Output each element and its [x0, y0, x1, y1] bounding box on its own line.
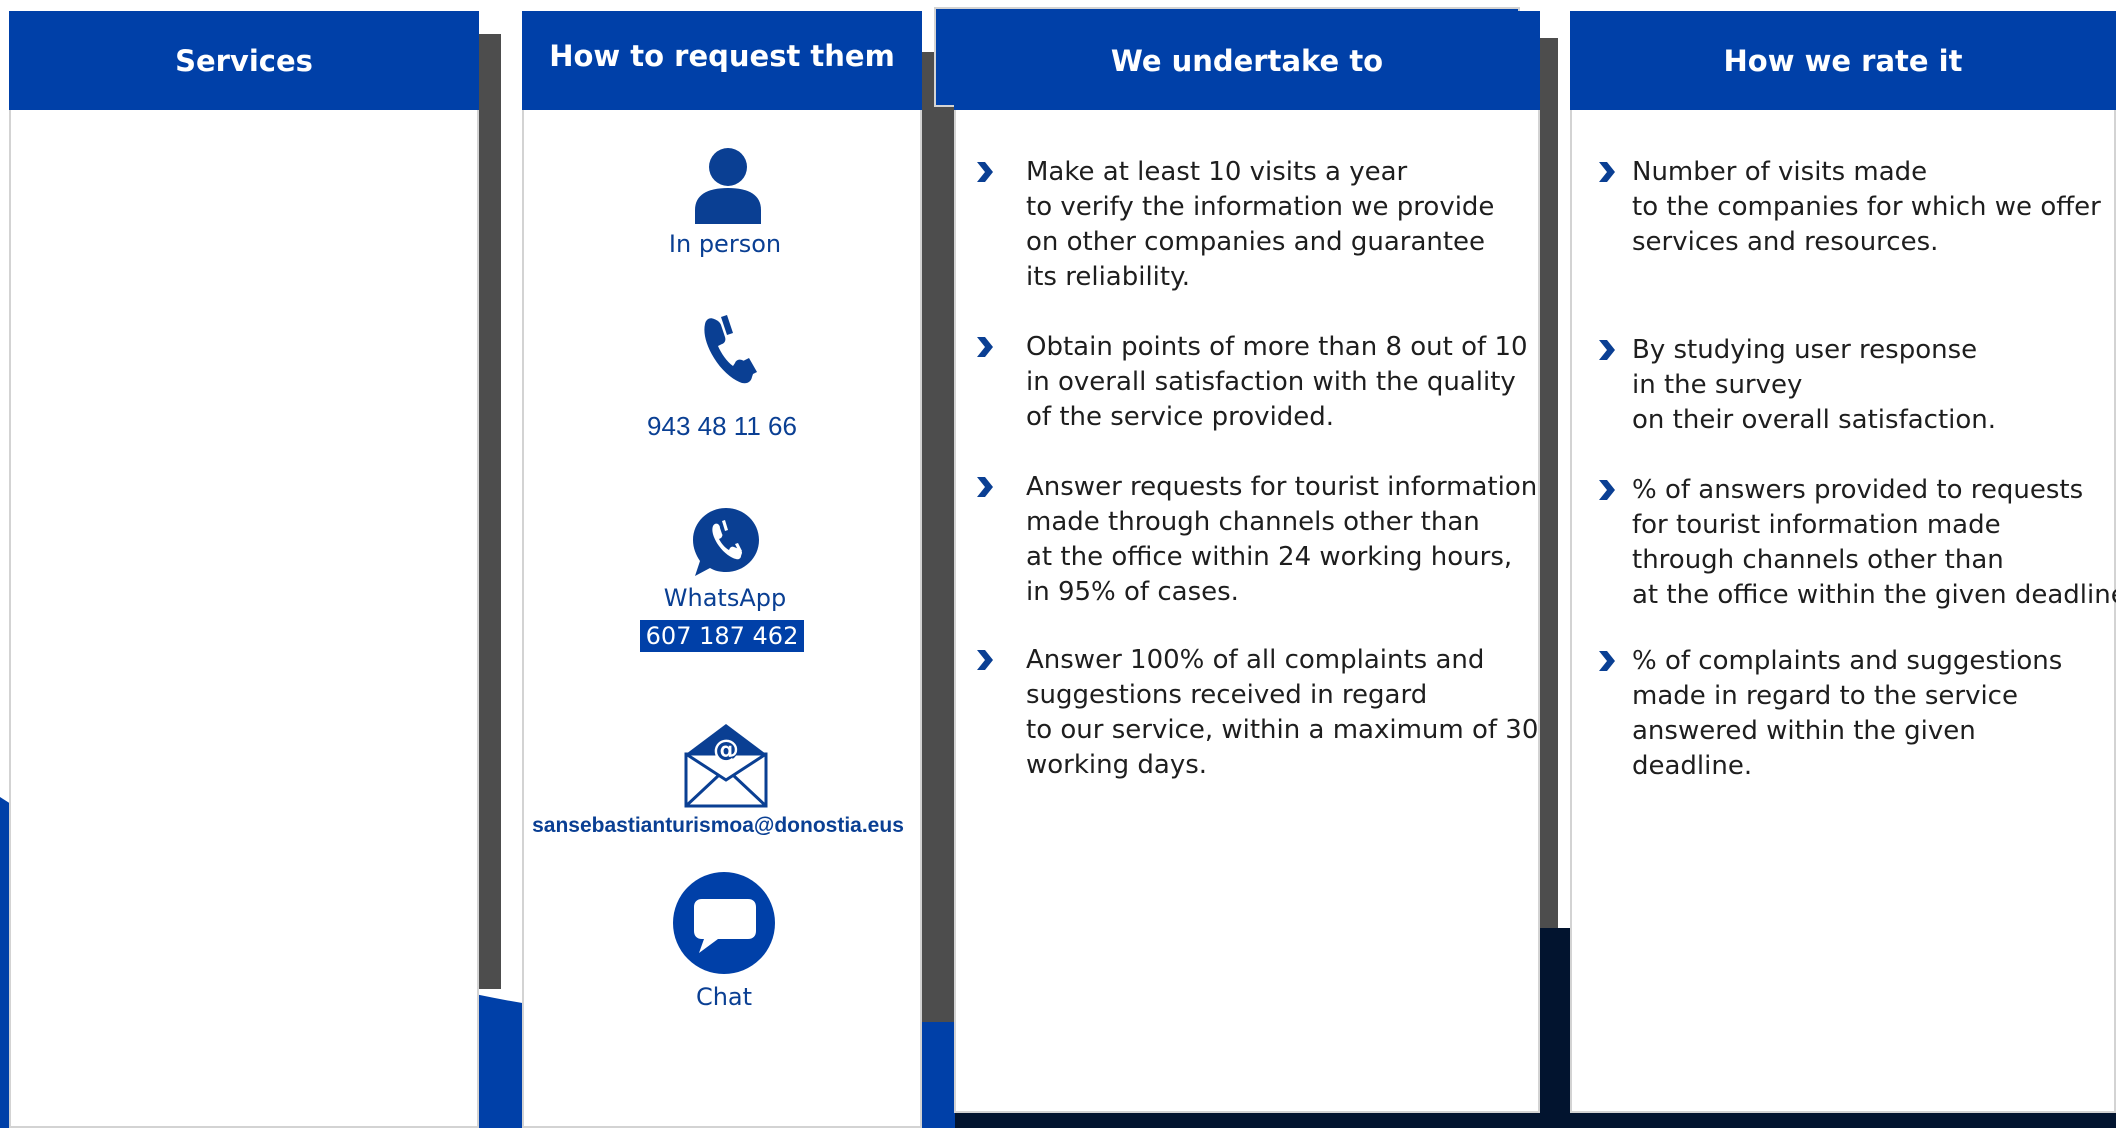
- column-shadow: [922, 52, 956, 1022]
- phone-icon: [704, 315, 757, 384]
- undertake-item: Obtain points of more than 8 out of 10 i…: [1026, 332, 1528, 432]
- undertake-item: Answer 100% of all complaints and sugges…: [1026, 645, 1539, 780]
- undertake-item: Answer requests for tourist information …: [1026, 472, 1538, 607]
- in-person-item: In person: [524, 148, 920, 258]
- request-header: How to request them: [522, 11, 922, 110]
- chevron-right-icon: [977, 650, 993, 670]
- column-shadow: [1540, 38, 1558, 928]
- request-column: How to request them In person 943 48 11 …: [522, 11, 922, 1128]
- chat-item[interactable]: Chat: [524, 871, 920, 1011]
- whatsapp-icon: [693, 508, 759, 576]
- services-title: Services: [175, 43, 313, 78]
- rate-header: How we rate it: [1570, 11, 2116, 110]
- column-shadow: [479, 34, 501, 989]
- undertake-column: We undertake to Make at least 10 visits …: [954, 11, 1540, 1113]
- rate-item: Number of visits made to the companies f…: [1632, 157, 2101, 257]
- rate-item: % of complaints and suggestions made in …: [1632, 646, 2063, 781]
- rate-item: % of answers provided to requests for to…: [1632, 475, 2116, 610]
- person-icon: [695, 148, 761, 224]
- whatsapp-label: WhatsApp: [663, 584, 787, 612]
- chevron-right-icon: [1599, 651, 1615, 671]
- undertake-title: We undertake to: [1110, 43, 1384, 78]
- rate-title: How we rate it: [1723, 43, 1963, 78]
- chevron-right-icon: [1599, 162, 1615, 182]
- phone-number[interactable]: 943 48 11 66: [524, 411, 920, 442]
- whatsapp-item[interactable]: WhatsApp 607 187 462: [524, 506, 920, 652]
- chevron-right-icon: [977, 477, 993, 497]
- column-shadow: [1592, 1112, 2116, 1128]
- chevron-right-icon: [977, 162, 993, 182]
- chat-label: Chat: [695, 983, 753, 1011]
- in-person-label: In person: [668, 230, 782, 258]
- email-item[interactable]: @ sansebastianturismoa@donostia.eus: [524, 722, 920, 838]
- request-title: How to request them: [549, 38, 895, 73]
- chevron-right-icon: [977, 337, 993, 357]
- column-shadow: [975, 1112, 1555, 1128]
- whatsapp-number[interactable]: 607 187 462: [639, 620, 805, 652]
- svg-text:@: @: [713, 735, 739, 765]
- phone-item[interactable]: 943 48 11 66: [524, 315, 920, 442]
- chevron-right-icon: [1599, 480, 1615, 500]
- services-column: Services: [9, 11, 479, 1128]
- email-address[interactable]: sansebastianturismoa@donostia.eus: [516, 814, 920, 838]
- chat-bubble-icon: [673, 872, 775, 974]
- services-header: Services: [9, 11, 479, 110]
- chevron-right-icon: [1599, 340, 1615, 360]
- rate-item: By studying user response in the survey …: [1632, 335, 1997, 435]
- envelope-icon: @: [684, 724, 768, 808]
- undertake-item: Make at least 10 visits a year to verify…: [1026, 157, 1495, 292]
- undertake-header: We undertake to: [954, 11, 1540, 110]
- rate-column: How we rate it Number of visits made to …: [1570, 11, 2116, 1113]
